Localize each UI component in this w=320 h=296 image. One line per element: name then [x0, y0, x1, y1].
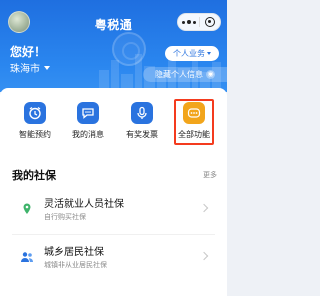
- list-item-subtitle: 自行购买社保: [44, 214, 86, 221]
- more-link[interactable]: 更多: [203, 170, 217, 180]
- divider: [12, 234, 215, 235]
- users-icon: [21, 252, 33, 262]
- highlight-box: [174, 99, 214, 145]
- eye-icon: ◉: [206, 70, 215, 79]
- caret-down-icon: [207, 52, 211, 55]
- chevron-right-icon: [199, 203, 209, 213]
- section-title: 我的社保: [12, 170, 56, 182]
- microphone-icon: [131, 102, 153, 124]
- hide-personal-info-button[interactable]: 隐藏个人信息 ◉: [143, 67, 227, 82]
- list-item-subtitle: 城镇非从业居民社保: [44, 262, 107, 269]
- list-item-title: 灵活就业人员社保: [44, 199, 124, 210]
- quick-action-label: 我的消息: [72, 130, 104, 139]
- hide-personal-info-label: 隐藏个人信息: [155, 70, 203, 79]
- alarm-clock-icon: [24, 102, 46, 124]
- close-miniprogram-icon[interactable]: [200, 14, 220, 30]
- pin-icon: [23, 203, 31, 214]
- chat-bubble-icon: [77, 102, 99, 124]
- city-label: 珠海市: [10, 64, 40, 75]
- quick-action-my-messages[interactable]: 我的消息: [63, 102, 113, 152]
- quick-action-prize-invoice[interactable]: 有奖发票: [117, 102, 167, 152]
- list-item-urban-rural-resident[interactable]: 城乡居民社保 城镇非从业居民社保: [0, 238, 227, 278]
- caret-down-icon: [44, 65, 50, 70]
- personal-business-label: 个人业务: [173, 49, 205, 58]
- list-item-flexible-employment[interactable]: 灵活就业人员社保 自行购买社保: [0, 190, 227, 230]
- content-card: 智能预约 我的消息 有奖发票 全部功能 我的社保 更多 灵活就业人员社保 自行购…: [0, 88, 227, 296]
- city-selector[interactable]: 珠海市: [10, 60, 50, 75]
- quick-action-label: 智能预约: [19, 130, 51, 139]
- quick-action-label: 有奖发票: [126, 130, 158, 139]
- greeting: 您好！: [10, 45, 47, 59]
- personal-business-button[interactable]: 个人业务: [165, 46, 219, 61]
- chevron-right-icon: [199, 251, 209, 261]
- miniprogram-capsule: [177, 13, 221, 31]
- more-menu-icon[interactable]: [178, 14, 199, 30]
- list-item-title: 城乡居民社保: [44, 247, 104, 258]
- quick-action-smart-booking[interactable]: 智能预约: [10, 102, 60, 152]
- header: 粤税通 您好！ 珠海市 个人业务 隐藏个人信息 ◉: [0, 0, 227, 92]
